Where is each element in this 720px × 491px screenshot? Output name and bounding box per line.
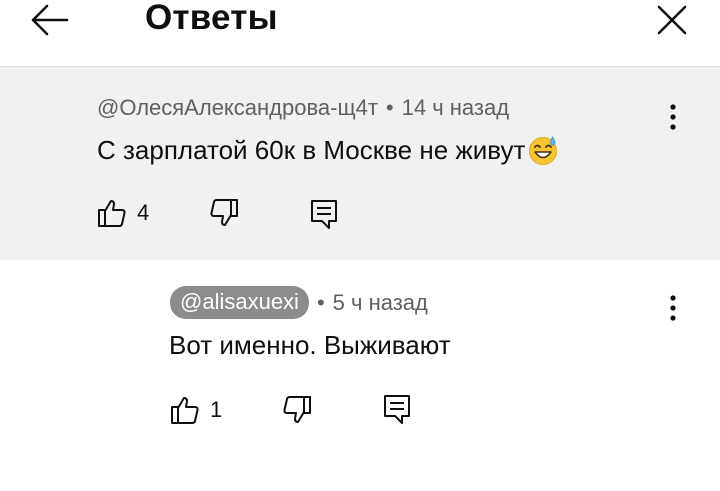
meta-separator: • <box>385 95 394 120</box>
like-count: 4 <box>137 200 150 225</box>
reply-meta: @alisaxuexi • 5 ч назад <box>170 286 428 319</box>
meta-separator: • <box>316 289 325 315</box>
reply-text: Вот именно. Выживают <box>169 330 451 360</box>
comment-icon <box>311 200 337 229</box>
like-button[interactable]: 1 <box>170 395 222 425</box>
reply-button[interactable] <box>382 393 412 425</box>
close-icon <box>657 5 687 35</box>
reply-button[interactable] <box>309 198 339 230</box>
like-button[interactable]: 4 <box>97 198 149 228</box>
reply-comment: @alisaxuexi • 5 ч назад Вот именно. Выжи… <box>0 262 720 491</box>
back-button[interactable] <box>26 0 72 40</box>
thumb-up-icon <box>171 397 199 424</box>
comment-meta: @ОлесяАлександрова-щ4т • 14 ч назад <box>97 95 509 121</box>
thumb-down-icon <box>283 396 311 423</box>
close-button[interactable] <box>650 0 694 40</box>
comment-author[interactable]: @ОлесяАлександрова-щ4т <box>97 95 378 121</box>
comment-time[interactable]: 14 ч назад <box>402 95 509 121</box>
grinning-face-with-sweat-icon <box>529 136 558 166</box>
reply-time[interactable]: 5 ч назад <box>333 290 428 316</box>
thumb-down-icon <box>210 199 238 226</box>
replies-header: Ответы <box>0 0 720 66</box>
more-vert-icon <box>670 104 676 130</box>
comment-icon <box>384 395 410 424</box>
more-vert-icon <box>670 295 676 321</box>
parent-comment: @ОлесяАлександрова-щ4т • 14 ч назад С за… <box>0 67 720 260</box>
comment-text: С зарплатой 60к в Москве не живут <box>97 134 559 166</box>
page-title: Ответы <box>145 0 278 37</box>
dislike-button[interactable] <box>209 198 239 228</box>
dislike-button[interactable] <box>282 395 312 425</box>
reply-author-chip[interactable]: @alisaxuexi <box>170 286 309 319</box>
like-count: 1 <box>210 397 223 422</box>
arrow-left-icon <box>31 4 69 36</box>
thumb-up-icon <box>98 200 126 227</box>
comment-menu-button[interactable] <box>661 99 685 135</box>
comment-body: С зарплатой 60к в Москве не живут <box>97 135 526 165</box>
reply-menu-button[interactable] <box>661 290 685 326</box>
